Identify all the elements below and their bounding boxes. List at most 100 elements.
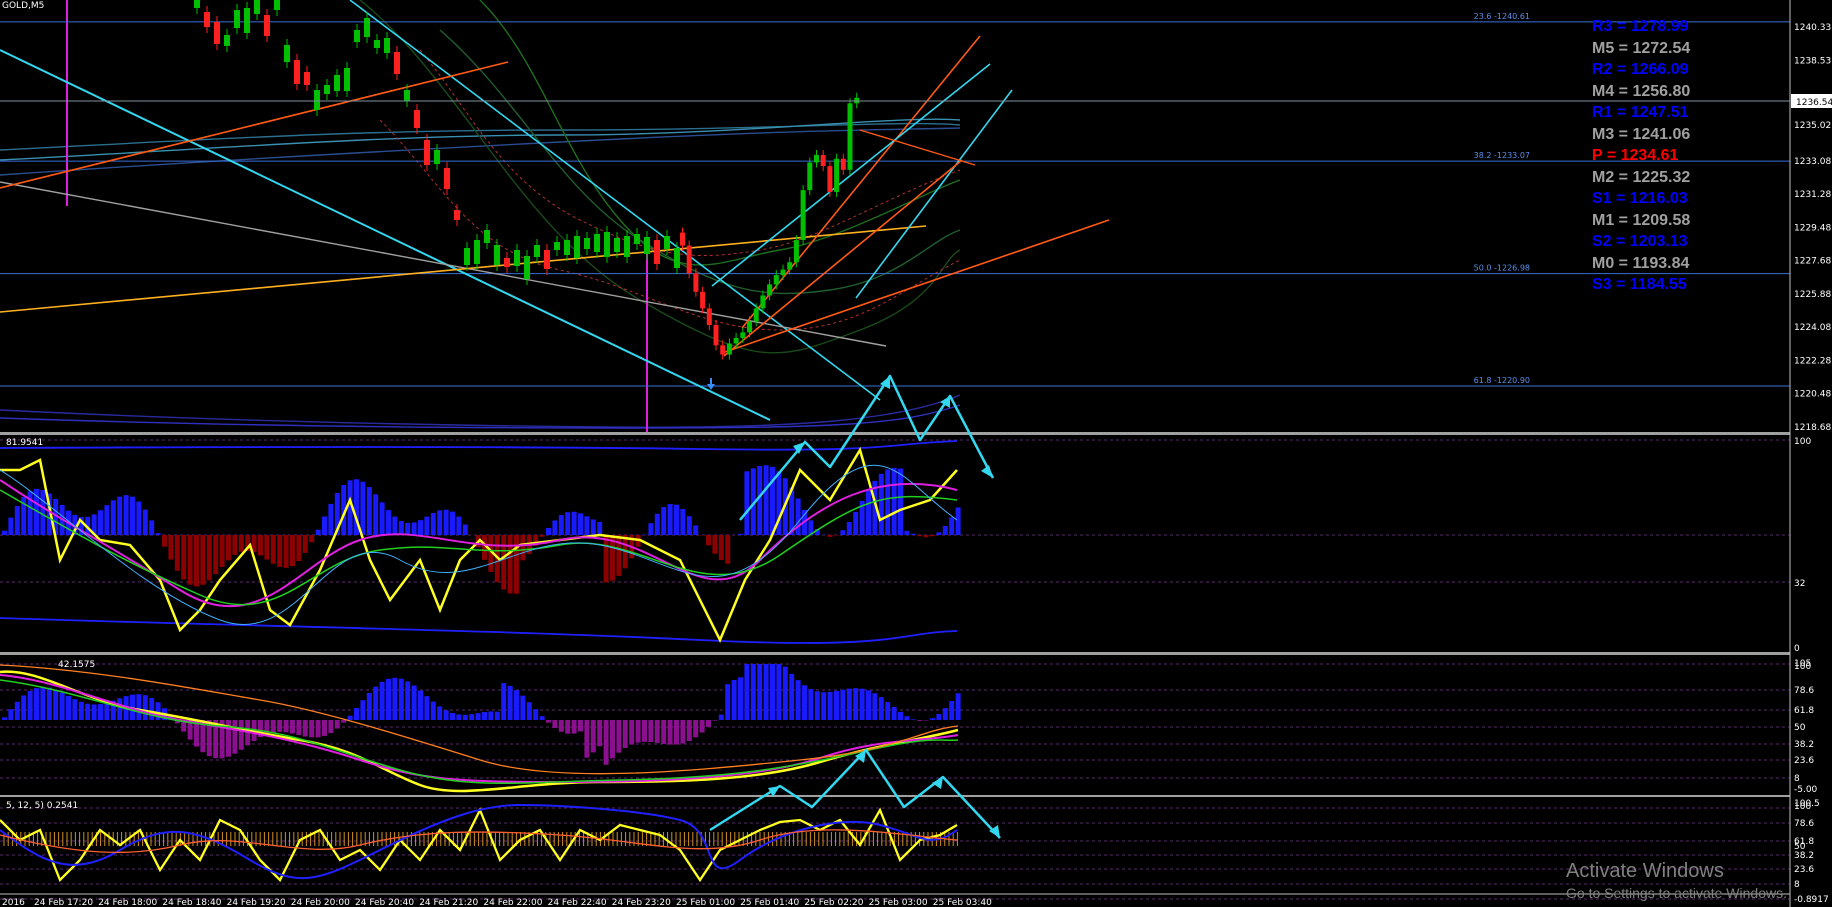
- indicator-2-histogram-bar: [27, 690, 33, 720]
- indicator-1-histogram-bar: [8, 517, 14, 535]
- indicator-1-histogram-bar: [168, 535, 174, 560]
- indicator-1-histogram-bar: [917, 535, 923, 537]
- price-axis-label: 1222.28: [1794, 356, 1831, 366]
- indicator-2-histogram-bar: [398, 678, 404, 720]
- indicator-2-histogram-bar: [2, 717, 7, 720]
- indicator-2-histogram-bar: [302, 720, 308, 737]
- candle-body: [444, 168, 450, 189]
- price-axis[interactable]: 1240.33 1238.53 1235.02 1233.08 1231.28 1229.…: [1789, 0, 1832, 907]
- indicator-2-histogram-bar: [597, 720, 603, 747]
- indicator-2-histogram-bar: [578, 720, 583, 732]
- annotation-arrows[interactable]: [709, 374, 1001, 839]
- indicator-1-histogram-bar: [149, 520, 155, 535]
- indicator-2-histogram-bar: [674, 720, 679, 745]
- candle-body: [564, 240, 570, 255]
- candle-body: [274, 0, 280, 10]
- indicator-1-histogram-bar: [2, 530, 7, 535]
- indicator-1-histogram-bar: [264, 535, 270, 560]
- candle-body: [584, 238, 590, 249]
- indicator-1-histogram-bar: [142, 509, 148, 535]
- indicator-2-histogram-bar: [955, 693, 961, 720]
- candle-body: [504, 258, 510, 267]
- indicator-1-histogram-bar: [424, 516, 430, 535]
- indicator-1-histogram-bar: [738, 533, 743, 535]
- indicator-2-histogram-bar: [40, 687, 46, 720]
- indicator-panel-1[interactable]: 81.9541: [0, 438, 1790, 644]
- candle-body: [404, 90, 410, 101]
- indicator-panel-2[interactable]: 42.1575: [0, 660, 1790, 793]
- indicator-1-histogram-bar: [411, 522, 417, 535]
- indicator-2-histogram-bar: [590, 720, 596, 753]
- indicator-1-histogram-bar: [98, 510, 103, 535]
- trading-chart[interactable]: 23.6 -1240.61 38.2 -1233.07 50.0 -1226.98 6…: [0, 0, 1832, 907]
- indicator-2-histogram-bar: [770, 664, 775, 720]
- indicator-2-histogram-bar: [405, 681, 411, 720]
- indicator-2-axis-label: -5.00: [1794, 785, 1818, 795]
- indicator-1-histogram-bar: [930, 535, 935, 537]
- indicator-2-histogram-bar: [142, 695, 148, 720]
- separator-2[interactable]: [0, 652, 1790, 655]
- candle-body: [726, 343, 732, 355]
- indicator-2-histogram-bar: [763, 664, 769, 720]
- indicator-2-histogram-bar: [782, 666, 788, 720]
- pivot-level: P = 1234.61: [1592, 147, 1679, 164]
- indicator-2-axis-label: 50: [1794, 723, 1806, 733]
- indicator-2-histogram-bar: [546, 720, 551, 723]
- indicator-1-histogram-bar: [213, 535, 219, 575]
- time-axis-label: 25 Feb 03:00: [869, 898, 928, 907]
- time-axis-label: 24 Feb 19:20: [227, 898, 286, 907]
- price-panel[interactable]: 23.6 -1240.61 38.2 -1233.07 50.0 -1226.98 6…: [0, 0, 1790, 432]
- indicator-panel-3[interactable]: 5, 12, 5) 0.2541: [0, 801, 1790, 900]
- candle-body: [544, 250, 550, 269]
- separator-1[interactable]: [0, 432, 1790, 435]
- indicator-1-histogram-bar: [181, 535, 187, 580]
- pivot-level: R1 = 1247.51: [1592, 104, 1689, 121]
- indicator-1-histogram-bar: [846, 522, 852, 535]
- indicator-1-histogram-bar: [578, 513, 583, 535]
- indicator-1-histogram-bar: [949, 517, 955, 535]
- indicator-1-histogram-bar: [552, 520, 558, 535]
- indicator-2-histogram-bar: [136, 694, 142, 720]
- indicator-2-histogram-bar: [898, 711, 903, 720]
- indicator-2-histogram-bar: [795, 680, 801, 720]
- indicator-2-histogram-bar: [622, 720, 628, 748]
- indicator-1-histogram-bar: [866, 490, 871, 535]
- indicator-2-histogram-bar: [411, 685, 417, 720]
- indicator-2-histogram-bar: [808, 689, 814, 720]
- candle-body: [354, 30, 360, 42]
- indicator-2-histogram-bar: [699, 720, 705, 733]
- indicator-2-histogram-bar: [475, 713, 481, 720]
- indicator-2-histogram-bar: [552, 720, 558, 728]
- time-axis-label: 24 Feb 18:00: [98, 898, 157, 907]
- indicator-2-histogram-bar: [859, 688, 865, 720]
- indicator-1-histogram-bar: [725, 535, 731, 564]
- candle-body: [204, 12, 210, 27]
- time-axis-label: 25 Feb 01:00: [676, 898, 735, 907]
- indicator-1-header: 81.9541: [6, 438, 43, 448]
- indicator-1-histogram-bar: [674, 504, 679, 535]
- indicator-2-histogram-bar: [462, 714, 468, 720]
- candle-body: [334, 75, 340, 91]
- indicator-1-histogram-bar: [104, 505, 110, 535]
- indicator-2-histogram-bar: [565, 720, 571, 734]
- indicator-2-histogram-bar: [840, 689, 846, 720]
- candle-body: [304, 72, 310, 85]
- candle-body: [224, 35, 230, 46]
- time-axis[interactable]: 2016 24 Feb 17:20 24 Feb 18:00 24 Feb 18:40…: [0, 893, 1790, 907]
- candle-body: [534, 245, 540, 257]
- time-axis-labels: 2016 24 Feb 17:20 24 Feb 18:00 24 Feb 18:40…: [2, 898, 992, 907]
- indicator-2-histogram-bar: [315, 720, 321, 738]
- indicator-2-axis-label: 8: [1794, 774, 1800, 784]
- candle-body: [686, 245, 692, 274]
- indicator-1-histogram-bar: [136, 501, 142, 535]
- time-axis-label: 24 Feb 23:20: [612, 898, 671, 907]
- indicator-1-histogram-bar: [693, 525, 699, 535]
- candle-body: [740, 332, 746, 338]
- indicator-1-histogram-bar: [923, 535, 929, 538]
- time-axis-label: 24 Feb 20:40: [355, 898, 414, 907]
- time-axis-label: 25 Feb 03:40: [933, 898, 992, 907]
- candle-body: [514, 250, 520, 266]
- indicator-2-histogram-bar: [238, 720, 244, 750]
- indicator-2-histogram-bar: [488, 711, 494, 720]
- indicator-2-histogram-bar: [789, 673, 795, 720]
